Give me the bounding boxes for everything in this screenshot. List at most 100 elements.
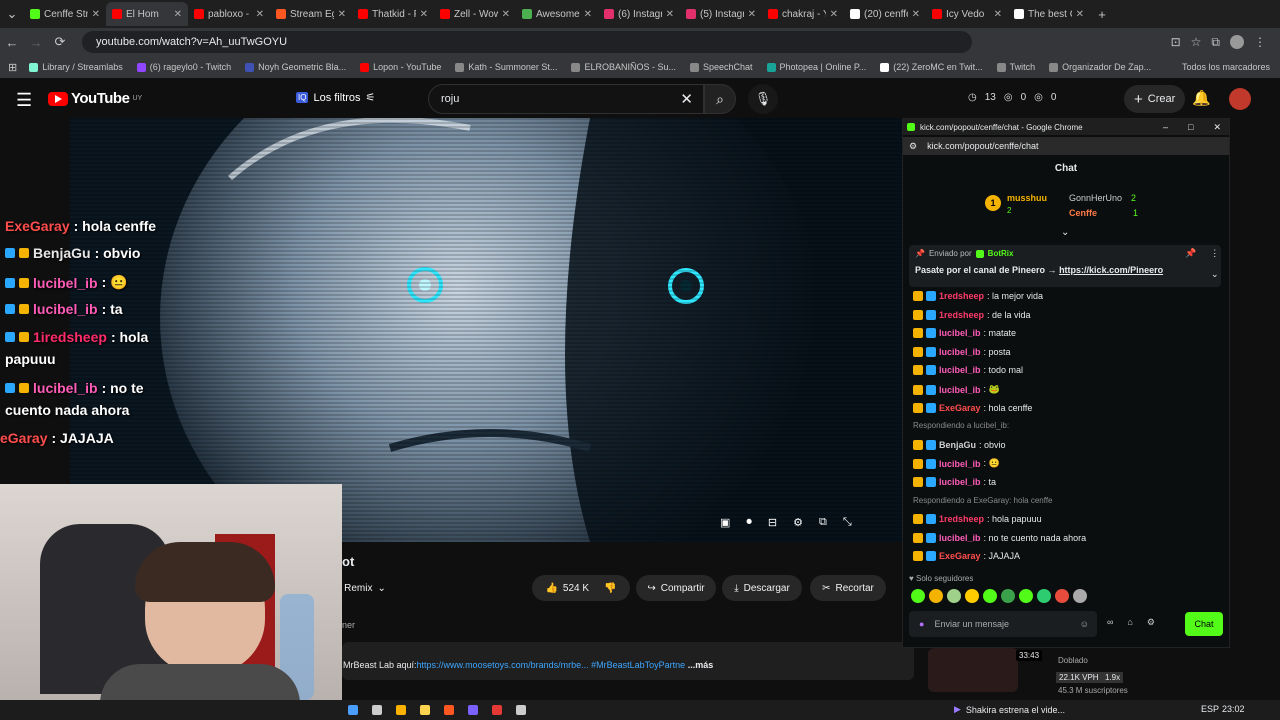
taskbar-app-icon[interactable]	[468, 705, 478, 715]
pinned-menu-icon[interactable]: ⋮	[1210, 248, 1219, 259]
chat-settings-icon[interactable]: ⚙	[1147, 617, 1155, 628]
bookmark-item[interactable]: SpeechChat	[689, 62, 753, 72]
create-button[interactable]: + Crear	[1124, 85, 1186, 113]
miniplayer-icon[interactable]: ⧉	[819, 516, 827, 529]
taskbar-app-icon[interactable]	[396, 705, 406, 715]
settings-gear-icon[interactable]: ⚙	[793, 516, 803, 529]
chat-message[interactable]: 1redsheep: la mejor vida	[913, 291, 1043, 301]
url-input[interactable]: youtube.com/watch?v=Ah_uuTwGOYU	[82, 31, 972, 53]
chat-message[interactable]: lucibel_ib: 😐	[913, 458, 1000, 469]
search-button[interactable]: ⌕	[704, 84, 736, 114]
bookmark-item[interactable]: (22) ZeroMC en Twit...	[880, 62, 983, 72]
tab-close-icon[interactable]: ✕	[420, 9, 428, 20]
back-icon[interactable]: ←	[0, 35, 24, 50]
pinned-expand-icon[interactable]: ⌄	[1211, 269, 1219, 280]
hamburger-menu-icon[interactable]: ☰	[16, 90, 32, 111]
show-more-link[interactable]: ...más	[688, 660, 714, 670]
expand-leaderboard-icon[interactable]: ⌄	[1061, 227, 1069, 238]
unpin-icon[interactable]: 📌	[1185, 248, 1196, 259]
send-chat-button[interactable]: Chat	[1185, 612, 1223, 636]
browser-tab[interactable]: El Hom ✕	[106, 2, 188, 26]
clear-search-icon[interactable]: ✕	[680, 90, 693, 108]
taskbar-app-icon[interactable]	[492, 705, 502, 715]
chat-message[interactable]: ExeGaray: hola cenffe	[913, 402, 1032, 413]
bookmark-item[interactable]: Organizador De Zap...	[1049, 62, 1151, 72]
chat-message[interactable]: Respondiendo a lucibel_ib:	[913, 421, 1009, 430]
account-avatar[interactable]	[1229, 88, 1251, 110]
tab-close-icon[interactable]: ✕	[92, 9, 100, 20]
chat-username[interactable]: ExeGaray	[939, 551, 981, 561]
description-link[interactable]: https://www.moosetoys.com/brands/mrbe...	[417, 660, 589, 670]
tab-close-icon[interactable]: ✕	[256, 9, 264, 20]
ext-icon[interactable]: ▣	[720, 516, 730, 529]
subtitles-icon[interactable]: ⊟	[768, 516, 777, 529]
browser-tab[interactable]: Cenffe Str ✕	[24, 2, 106, 26]
chat-message[interactable]: ExeGaray: JAJAJA	[913, 551, 1020, 562]
chat-message[interactable]: BenjaGu: obvio	[913, 439, 1006, 450]
maximize-icon[interactable]: □	[1188, 122, 1193, 133]
taskbar-app-icon[interactable]	[420, 705, 430, 715]
voice-search-button[interactable]: 🎙	[748, 84, 778, 114]
emote-icon[interactable]	[1019, 589, 1033, 603]
minimize-icon[interactable]: –	[1163, 122, 1168, 133]
tab-close-icon[interactable]: ✕	[338, 9, 346, 20]
gift-icon[interactable]: ⌂	[1127, 617, 1132, 628]
bookmark-item[interactable]: Twitch	[996, 62, 1035, 72]
tab-close-icon[interactable]: ✕	[666, 9, 674, 20]
fullscreen-icon[interactable]: ⤡	[843, 516, 852, 529]
remix-button[interactable]: Remix ⌄	[342, 575, 388, 601]
profile-avatar[interactable]	[1230, 34, 1244, 49]
chat-username[interactable]: lucibel_ib	[939, 477, 981, 487]
notifications-bell-icon[interactable]: 🔔	[1192, 89, 1211, 107]
bookmark-item[interactable]: Kath - Summoner St...	[455, 62, 557, 72]
tab-close-icon[interactable]: ✕	[830, 9, 838, 20]
chat-message[interactable]: lucibel_ib: no te cuento nada ahora	[913, 532, 1086, 543]
taskbar-app-icon[interactable]	[444, 705, 454, 715]
browser-tab[interactable]: (20) cenffe ✕	[844, 2, 926, 26]
reload-icon[interactable]: ⟳	[48, 34, 72, 50]
tab-close-icon[interactable]: ✕	[502, 9, 510, 20]
emote-icon[interactable]	[965, 589, 979, 603]
all-bookmarks-link[interactable]: Todos los marcadores	[1182, 62, 1270, 72]
tab-close-icon[interactable]: ✕	[912, 9, 920, 20]
chat-username[interactable]: lucibel_ib	[939, 347, 981, 357]
recommended-thumbnail[interactable]	[928, 648, 1018, 692]
tab-close-icon[interactable]: ✕	[994, 9, 1002, 20]
autoplay-toggle[interactable]: ⏺	[746, 516, 752, 529]
bookmark-item[interactable]: ELROBANIÑOS - Su...	[571, 62, 676, 72]
clip-button[interactable]: ✂ Recortar	[810, 575, 886, 601]
mic-icon[interactable]: ●	[919, 619, 924, 629]
chat-message-input[interactable]: ● Enviar un mensaje ☺	[909, 611, 1097, 637]
browser-tab[interactable]: The best C ✕	[1008, 2, 1090, 26]
infinity-icon[interactable]: ∞	[1107, 617, 1113, 628]
browser-tab[interactable]: Stream Eg ✕	[270, 2, 352, 26]
site-info-icon[interactable]: ⚙	[909, 141, 917, 152]
chat-username[interactable]: 1redsheep	[939, 310, 984, 320]
install-icon[interactable]: ⊡	[1171, 35, 1181, 50]
taskbar-notification[interactable]: ▶ Shakira estrena el vide...	[954, 704, 1065, 715]
browser-tab[interactable]: pabloxo - ✕	[188, 2, 270, 26]
thumbs-down-icon[interactable]: 👎	[604, 583, 616, 594]
chat-message[interactable]: lucibel_ib: todo mal	[913, 365, 1023, 376]
chat-message[interactable]: 1redsheep: hola papuuu	[913, 514, 1042, 525]
extension-counters[interactable]: ◷ 13 ◎ 0 ◎ 0	[968, 92, 1056, 103]
download-button[interactable]: ⤓ Descargar	[722, 575, 802, 601]
chat-username[interactable]: BenjaGu	[939, 440, 976, 450]
emote-icon[interactable]	[947, 589, 961, 603]
clock[interactable]: 23:02	[1222, 704, 1245, 714]
browser-tab[interactable]: (5) Instagr ✕	[680, 2, 762, 26]
emote-icon[interactable]	[1073, 589, 1087, 603]
chat-username[interactable]: lucibel_ib	[939, 365, 981, 375]
emote-icon[interactable]	[1001, 589, 1015, 603]
new-tab-button[interactable]: +	[1090, 7, 1114, 22]
pinned-link[interactable]: https://kick.com/Pineero	[1059, 265, 1163, 275]
chat-message[interactable]: lucibel_ib: ta	[913, 477, 996, 487]
emote-icon[interactable]	[983, 589, 997, 603]
tab-close-icon[interactable]: ✕	[1076, 9, 1084, 20]
chat-username[interactable]: lucibel_ib	[939, 533, 981, 543]
browser-tab[interactable]: chakraj - Y ✕	[762, 2, 844, 26]
forward-icon[interactable]: →	[24, 35, 48, 50]
chat-message[interactable]: Respondiendo a ExeGaray: hola cenffe	[913, 496, 1053, 505]
bookmark-item[interactable]: (6) rageylo0 - Twitch	[136, 62, 231, 72]
language-indicator[interactable]: ESP	[1201, 704, 1219, 714]
